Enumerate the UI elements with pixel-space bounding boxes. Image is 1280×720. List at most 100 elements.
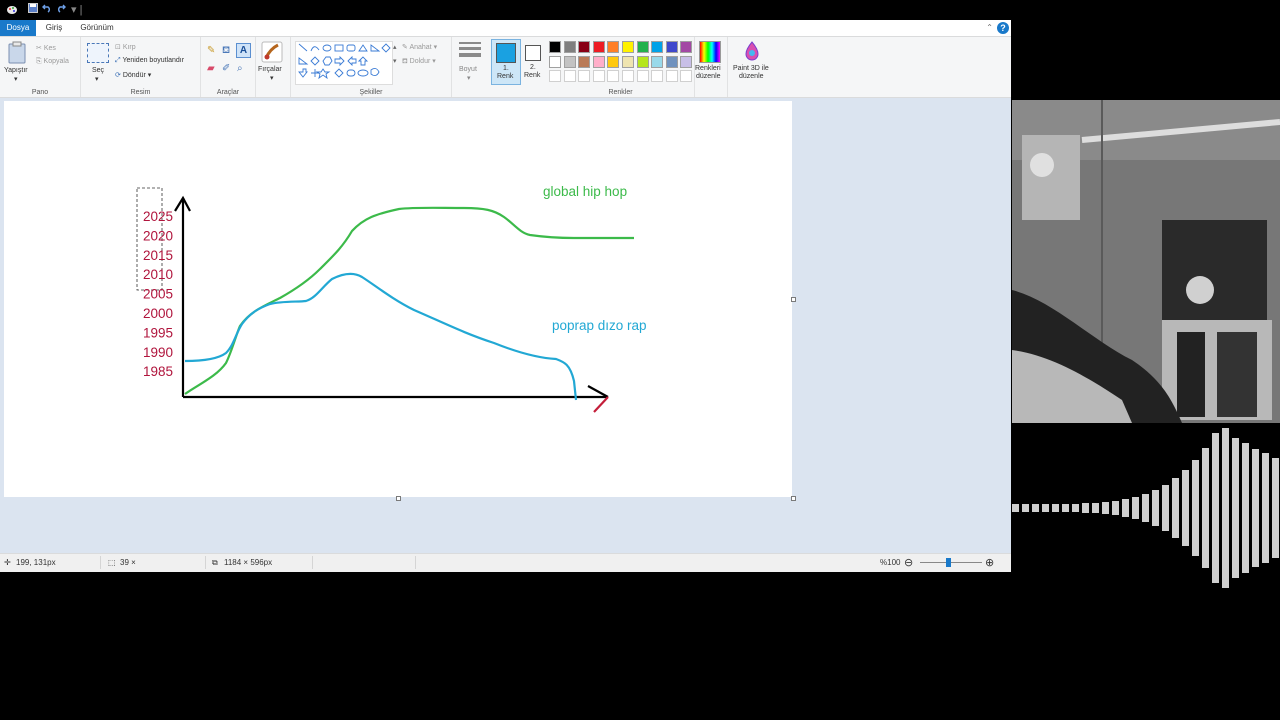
save-icon[interactable] (28, 3, 38, 17)
tab-view[interactable]: Görünüm (74, 20, 120, 36)
waveform-bar (1012, 504, 1019, 512)
waveform-bar (1062, 504, 1069, 512)
color1-button[interactable]: 1. Renk (491, 39, 521, 85)
webcam-feed (1012, 100, 1280, 423)
palette-color[interactable] (607, 55, 620, 68)
paste-dropdown-icon[interactable]: ▾ (14, 75, 18, 83)
palette-color[interactable] (563, 55, 576, 68)
zoom-slider-thumb[interactable] (946, 558, 951, 567)
zoom-slider-track[interactable] (920, 562, 982, 563)
palette-color[interactable] (622, 70, 634, 82)
edit-colors-button[interactable]: Renkleri düzenle (695, 37, 728, 97)
eraser-icon[interactable]: ▰ (207, 63, 215, 74)
color2-label: Renk (524, 72, 541, 79)
crop-button[interactable]: ⊡ Kırp (115, 43, 136, 51)
palette-color[interactable] (578, 55, 591, 68)
palette-color[interactable] (636, 55, 649, 68)
year-label: 2015 (143, 248, 173, 263)
palette-color[interactable] (651, 70, 664, 82)
resize-handle-corner[interactable] (791, 496, 796, 501)
color2-button[interactable]: 2. Renk (520, 39, 546, 83)
palette-color[interactable] (636, 41, 649, 53)
waveform-bar (1122, 499, 1129, 517)
waveform-bar (1242, 443, 1249, 573)
outline-button[interactable]: ✎ Anahat ▾ (402, 43, 437, 51)
select-dropdown-icon[interactable]: ▾ (95, 75, 99, 83)
brushes-button[interactable] (261, 41, 283, 63)
rotate-icon: ⟳ (115, 72, 121, 79)
palette-color[interactable] (680, 55, 693, 68)
color-picker-icon[interactable]: ✐ (222, 63, 230, 74)
palette-color[interactable] (592, 55, 605, 68)
status-divider (312, 556, 313, 569)
cut-button[interactable]: ✂ Kes (36, 44, 56, 52)
color1-label: Renk (497, 73, 514, 80)
redo-icon[interactable] (56, 3, 66, 17)
pencil-icon[interactable]: ✎ (207, 45, 215, 56)
canvas-size: 1184 × 596px (224, 558, 273, 567)
palette-color[interactable] (665, 55, 678, 68)
palette-color[interactable] (578, 70, 591, 82)
select-button[interactable] (87, 43, 109, 63)
collapse-ribbon-icon[interactable]: ⌃ (986, 23, 993, 32)
undo-icon[interactable] (42, 3, 52, 17)
size-dropdown-icon[interactable]: ▾ (467, 74, 471, 82)
paint-app-icon[interactable] (6, 3, 18, 19)
poprap-line (184, 272, 578, 401)
group-shapes: ▴ ▾ ✎ Anahat ▾ ⛾ Doldur ▾ Şekiller (291, 37, 452, 97)
waveform-bar (1182, 470, 1189, 546)
brushes-dropdown-icon[interactable]: ▾ (270, 74, 274, 82)
copy-label: Kopyala (43, 58, 69, 65)
waveform-bar (1222, 428, 1229, 588)
palette-color[interactable] (563, 70, 576, 82)
tab-home[interactable]: Giriş (38, 20, 70, 36)
resize-icon: ⤢ (115, 57, 121, 64)
select-label: Seç (92, 67, 105, 74)
palette-color[interactable] (636, 70, 649, 82)
magnifier-icon[interactable]: ⌕ (237, 63, 243, 74)
palette-color[interactable] (651, 41, 664, 53)
drawing-svg: 2025 2020 2015 2010 2005 2000 1995 1990 1985 glo… (136, 184, 647, 413)
waveform-bar (1152, 490, 1159, 526)
drawing-canvas[interactable]: 2025 2020 2015 2010 2005 2000 1995 1990 1985 glo… (4, 101, 792, 497)
paint3d-button[interactable]: Paint 3D ile düzenle (728, 37, 778, 97)
resize-handle-right[interactable] (791, 297, 796, 302)
fill-button[interactable]: ⛾ Doldur ▾ (402, 57, 436, 66)
fill-bucket-icon[interactable]: ⛾ (222, 45, 230, 58)
palette-color[interactable] (563, 41, 576, 53)
palette-color[interactable] (607, 70, 620, 82)
paste-button[interactable] (6, 41, 28, 69)
palette-color[interactable] (665, 70, 678, 82)
palette-color[interactable] (578, 41, 591, 53)
group-tools: ✎ ⛾ A ▰ ✐ ⌕ Araçlar (201, 37, 256, 97)
shapes-scroll-down-icon[interactable]: ▾ (393, 57, 397, 65)
shapes-gallery[interactable] (295, 41, 393, 85)
palette-color[interactable] (622, 41, 634, 53)
palette-color[interactable] (622, 55, 634, 68)
palette-color[interactable] (592, 70, 605, 82)
shapes-scroll-icon[interactable]: ▴ (393, 43, 397, 51)
customize-quick-access-icon[interactable]: ▾ | (71, 3, 82, 17)
text-tool-icon[interactable]: A (236, 43, 251, 58)
palette-color[interactable] (549, 41, 561, 53)
rotate-button[interactable]: ⟳ Döndür ▾ (115, 71, 151, 79)
palette-color[interactable] (680, 41, 693, 53)
tab-file[interactable]: Dosya (0, 20, 36, 36)
help-icon[interactable]: ? (997, 22, 1009, 34)
copy-button[interactable]: ⎘ Kopyala (36, 58, 69, 66)
waveform-bar (1102, 502, 1109, 514)
zoom-out-icon[interactable]: ⊖ (904, 556, 913, 569)
waveform-bar (1112, 501, 1119, 515)
palette-color[interactable] (549, 70, 561, 82)
palette-color[interactable] (665, 41, 678, 53)
size-button[interactable]: Boyut ▾ (452, 37, 488, 97)
palette-color[interactable] (607, 41, 620, 53)
palette-color[interactable] (592, 41, 605, 53)
palette-color[interactable] (549, 55, 561, 68)
zoom-in-icon[interactable]: ⊕ (985, 556, 994, 569)
palette-color[interactable] (680, 70, 693, 82)
resize-handle-bottom[interactable] (396, 496, 401, 501)
palette-color[interactable] (651, 55, 664, 68)
resize-button[interactable]: ⤢ Yeniden boyutlandır (115, 57, 184, 65)
edit-colors-label-2: düzenle (696, 73, 721, 80)
